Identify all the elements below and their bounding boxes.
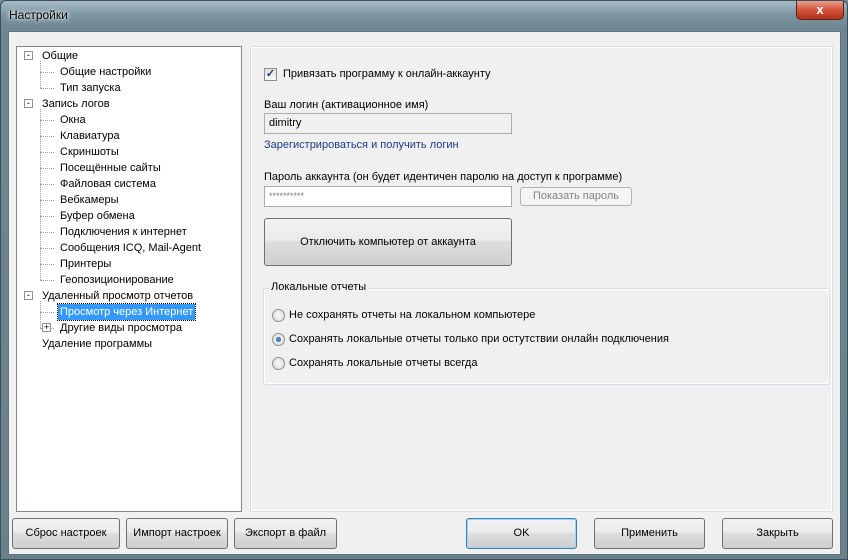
settings-window: Настройки x - Общие Общие настройки Тип зап… — [0, 0, 848, 560]
tree-connector — [40, 280, 54, 281]
tree-item[interactable]: Буфер обмена — [58, 208, 137, 224]
radio-label-always[interactable]: Сохранять локальные отчеты всегда — [289, 357, 477, 369]
tree-item[interactable]: Тип запуска — [58, 80, 123, 96]
tree-guide-line — [40, 61, 41, 88]
apply-button[interactable]: Применить — [594, 518, 705, 549]
login-field[interactable]: dimitry — [264, 113, 512, 134]
tree-item[interactable]: Удаленный просмотр отчетов — [40, 288, 195, 304]
tree-connector — [40, 248, 54, 249]
tree-connector — [40, 200, 54, 201]
tree-item[interactable]: Запись логов — [40, 96, 112, 112]
tree-item[interactable]: Принтеры — [58, 256, 113, 272]
tree-connector — [40, 232, 54, 233]
expand-icon[interactable]: + — [42, 323, 51, 332]
local-reports-group: Локальные отчеты Не сохранять отчеты на … — [263, 281, 830, 385]
tree-item[interactable]: Посещённые сайты — [58, 160, 163, 176]
radio-label-no-local[interactable]: Не сохранять отчеты на локальном компьют… — [289, 309, 535, 321]
tree-item[interactable]: Окна — [58, 112, 88, 128]
tree-connector — [40, 136, 54, 137]
tree-connector — [40, 184, 54, 185]
collapse-icon[interactable]: - — [24, 51, 33, 60]
tree-item[interactable]: Вебкамеры — [58, 192, 121, 208]
login-label: Ваш логин (активационное имя) — [264, 99, 429, 111]
tree-guide-line — [40, 301, 41, 328]
tree-item[interactable]: Просмотр через Интернет — [56, 303, 197, 321]
tree-item[interactable]: Общие — [40, 48, 80, 64]
tree-item[interactable]: Подключения к интернет — [58, 224, 189, 240]
tree-connector — [40, 264, 54, 265]
tree-item[interactable]: Геопозиционирование — [58, 272, 176, 288]
register-link[interactable]: Зарегистрироваться и получить логин — [264, 139, 459, 151]
window-title: Настройки — [9, 8, 68, 22]
tree-item[interactable]: Удаление программы — [40, 336, 154, 352]
import-settings-button[interactable]: Импорт настроек — [126, 518, 228, 549]
radio-offline-only-reports[interactable] — [272, 333, 285, 346]
dialog-client-area: - Общие Общие настройки Тип запуска - Запись … — [8, 31, 841, 555]
show-password-button[interactable]: Показать пароль — [520, 187, 632, 206]
tree-connector — [40, 88, 54, 89]
tree-item[interactable]: Скриншоты — [58, 144, 121, 160]
radio-selected-dot — [276, 337, 281, 342]
collapse-icon[interactable]: - — [24, 291, 33, 300]
password-label: Пароль аккаунта (он будет идентичен паро… — [264, 171, 623, 183]
close-button[interactable]: Закрыть — [722, 518, 833, 549]
bind-account-label[interactable]: Привязать программу к онлайн-аккаунту — [283, 68, 491, 80]
tree-connector — [40, 152, 54, 153]
password-field[interactable]: ********** — [264, 186, 512, 207]
title-bar[interactable]: Настройки x — [1, 1, 847, 29]
settings-panel: ✓ Привязать программу к онлайн-аккаунту … — [250, 46, 833, 512]
tree-item[interactable]: Клавиатура — [58, 128, 122, 144]
tree-guide-line — [40, 109, 41, 280]
tree-connector — [40, 120, 54, 121]
tree-connector — [40, 168, 54, 169]
tree-connector — [40, 216, 54, 217]
reset-settings-button[interactable]: Сброс настроек — [12, 518, 120, 549]
tree-connector — [40, 312, 54, 313]
export-to-file-button[interactable]: Экспорт в файл — [234, 518, 337, 549]
tree-item[interactable]: Файловая система — [58, 176, 158, 192]
close-window-button[interactable]: x — [796, 1, 844, 20]
settings-tree[interactable]: - Общие Общие настройки Тип запуска - Запись … — [16, 46, 242, 512]
tree-item[interactable]: Сообщения ICQ, Mail-Agent — [58, 240, 203, 256]
bind-account-checkbox[interactable]: ✓ — [264, 68, 277, 81]
radio-no-local-reports[interactable] — [272, 309, 285, 322]
disconnect-computer-button[interactable]: Отключить компьютер от аккаунта — [264, 218, 512, 266]
local-reports-title: Локальные отчеты — [269, 281, 369, 293]
radio-always-local-reports[interactable] — [272, 357, 285, 370]
collapse-icon[interactable]: - — [24, 99, 33, 108]
tree-item[interactable]: Общие настройки — [58, 64, 153, 80]
tree-item[interactable]: Другие виды просмотра — [58, 320, 184, 336]
radio-label-offline-only[interactable]: Сохранять локальные отчеты только при ос… — [289, 333, 669, 345]
tree-connector — [40, 72, 54, 73]
ok-button[interactable]: OK — [466, 518, 577, 549]
